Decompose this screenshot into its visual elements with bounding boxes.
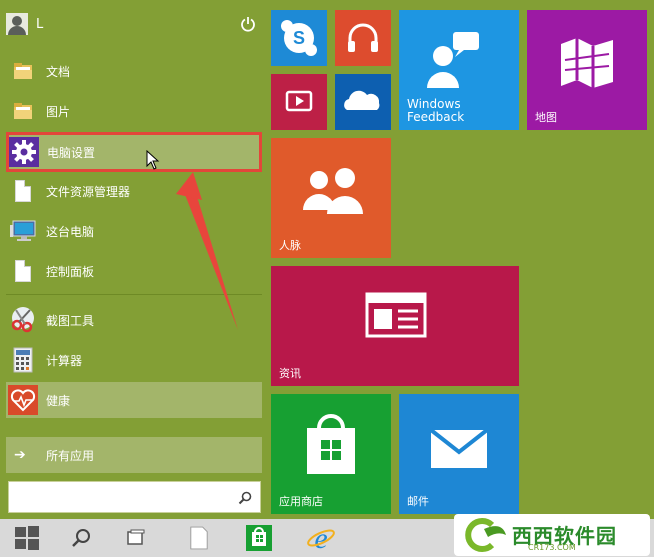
taskbar-file-explorer[interactable] (176, 519, 222, 557)
all-apps-label: 所有应用 (46, 448, 95, 463)
tile-label: 邮件 (407, 495, 429, 508)
taskbar-internet-explorer[interactable]: e (298, 519, 344, 557)
watermark-logo (465, 518, 506, 552)
document-icon (8, 256, 38, 286)
tile-video[interactable] (271, 74, 327, 130)
tile-mail[interactable]: 邮件 (399, 394, 519, 514)
menu-item-label: 文档 (46, 64, 71, 79)
tile-people[interactable]: 人脉 (271, 138, 391, 258)
tile-onedrive[interactable] (335, 74, 391, 130)
menu-item-pc-settings[interactable]: 电脑设置 (6, 132, 262, 172)
menu-item-this-pc[interactable]: 这台电脑 (6, 213, 262, 249)
svg-text:e: e (314, 523, 327, 553)
tile-label: 应用商店 (279, 495, 323, 508)
menu-item-label: 电脑设置 (47, 145, 96, 160)
internet-explorer-icon: e (307, 523, 335, 553)
avatar[interactable] (6, 13, 28, 35)
tile-news[interactable]: 资讯 (271, 266, 519, 386)
headphones-icon (348, 23, 378, 52)
menu-item-label: 这台电脑 (46, 224, 95, 239)
tile-skype[interactable]: S (271, 10, 327, 66)
tile-music[interactable] (335, 10, 391, 66)
tile-label: 人脉 (279, 239, 301, 252)
divider (6, 294, 262, 295)
search-input[interactable] (9, 482, 229, 512)
tile-windows-feedback[interactable]: Windows Feedback (399, 10, 519, 130)
user-account[interactable]: L (6, 10, 262, 38)
scissors-icon (8, 305, 38, 335)
cloud-icon (344, 90, 380, 110)
video-icon (285, 90, 313, 112)
search-box[interactable] (8, 481, 261, 513)
menu-item-label: 截图工具 (46, 313, 95, 328)
tile-label: 地图 (535, 111, 557, 124)
power-icon[interactable] (240, 16, 256, 32)
document-icon (8, 176, 38, 206)
skype-icon: S (281, 20, 317, 56)
tile-label: Windows Feedback (407, 97, 465, 124)
menu-item-label: 控制面板 (46, 264, 95, 279)
start-button[interactable] (4, 519, 50, 557)
tile-label: 资讯 (279, 367, 301, 380)
mouse-cursor-icon (146, 150, 160, 170)
folder-icon (8, 56, 38, 86)
svg-text:S: S (293, 28, 305, 48)
tile-maps[interactable]: 地图 (527, 10, 647, 130)
document-icon (190, 526, 208, 550)
news-icon (365, 292, 427, 338)
computer-icon (8, 216, 38, 246)
folder-icon (8, 96, 38, 126)
watermark-subtext: CR173.COM (528, 543, 576, 552)
menu-item-label: 计算器 (46, 353, 83, 368)
watermark: 西西软件园 CR173.COM (454, 514, 650, 556)
search-icon (72, 529, 90, 547)
menu-item-file-explorer[interactable]: 文件资源管理器 (6, 173, 262, 209)
taskbar-search-button[interactable] (58, 519, 104, 557)
store-bag-icon (246, 525, 272, 551)
search-icon[interactable] (238, 491, 252, 505)
menu-item-control-panel[interactable]: 控制面板 (6, 253, 262, 289)
menu-item-pictures[interactable]: 图片 (6, 93, 262, 129)
arrow-right-icon: ➔ (14, 447, 26, 463)
menu-item-snipping-tool[interactable]: 截图工具 (6, 302, 262, 338)
user-name: L (36, 16, 44, 32)
taskbar-store[interactable] (236, 519, 282, 557)
task-view-icon (127, 529, 145, 545)
tile-store[interactable]: 应用商店 (271, 394, 391, 514)
menu-item-label: 图片 (46, 104, 71, 119)
menu-item-documents[interactable]: 文档 (6, 53, 262, 89)
all-apps-button[interactable]: ➔ 所有应用 (6, 437, 262, 473)
menu-item-label: 文件资源管理器 (46, 184, 131, 199)
menu-item-calculator[interactable]: 计算器 (6, 342, 262, 378)
menu-item-health[interactable]: 健康 (6, 382, 262, 418)
calculator-icon (8, 345, 38, 375)
gear-icon (9, 137, 39, 167)
task-view-button[interactable] (112, 519, 158, 557)
windows-logo-icon (15, 526, 39, 550)
heart-icon (8, 385, 38, 415)
menu-item-label: 健康 (46, 393, 71, 408)
